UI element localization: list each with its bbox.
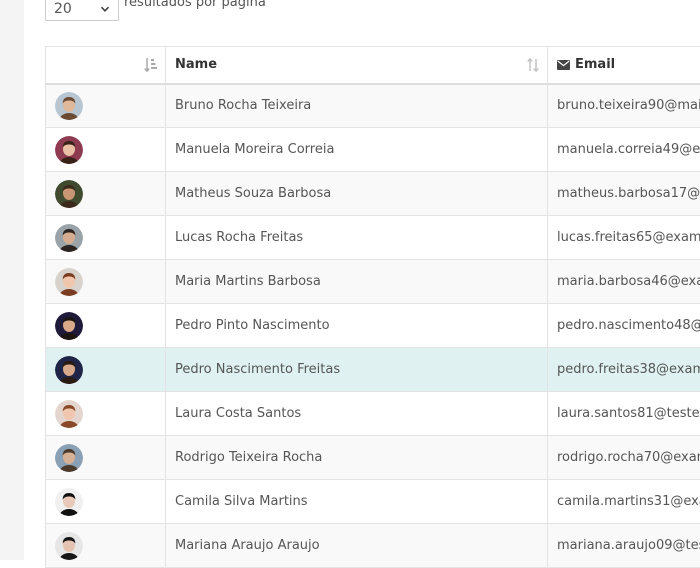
table-body: Bruno Rocha Teixeirabruno.teixeira90@mai…	[46, 84, 700, 568]
table-row[interactable]: Manuela Moreira Correiamanuela.correia49…	[46, 128, 700, 172]
table-row[interactable]: Lucas Rocha Freitaslucas.freitas65@examp…	[46, 216, 700, 260]
email-cell: lucas.freitas65@exampl	[548, 216, 700, 260]
avatar	[55, 532, 83, 560]
avatar	[55, 268, 83, 296]
email-cell: camila.martins31@exa	[548, 480, 700, 524]
avatar-cell	[46, 524, 166, 568]
email-cell: matheus.barbosa17@ex	[548, 172, 700, 216]
avatar	[55, 444, 83, 472]
avatar-portrait-icon	[55, 532, 83, 560]
avatar-portrait-icon	[55, 92, 83, 120]
users-table: Name Email Bruno Ro	[45, 46, 700, 568]
avatar-portrait-icon	[55, 136, 83, 164]
email-cell: mariana.araujo09@test	[548, 524, 700, 568]
name-cell: Rodrigo Teixeira Rocha	[166, 436, 548, 480]
avatar-cell	[46, 260, 166, 304]
name-cell: Bruno Rocha Teixeira	[166, 84, 548, 128]
email-cell: maria.barbosa46@exam	[548, 260, 700, 304]
email-cell: pedro.nascimento48@n	[548, 304, 700, 348]
users-table-container: Name Email Bruno Ro	[45, 46, 700, 568]
page-size-control: 20 resultados por página	[45, 0, 266, 21]
name-cell: Mariana Araujo Araujo	[166, 524, 548, 568]
column-header-email[interactable]: Email	[548, 47, 700, 84]
avatar	[55, 136, 83, 164]
name-cell: Manuela Moreira Correia	[166, 128, 548, 172]
avatar-cell	[46, 84, 166, 128]
avatar	[55, 400, 83, 428]
name-cell: Maria Martins Barbosa	[166, 260, 548, 304]
avatar-portrait-icon	[55, 224, 83, 252]
table-row[interactable]: Camila Silva Martinscamila.martins31@exa	[46, 480, 700, 524]
email-cell: pedro.freitas38@examp	[548, 348, 700, 392]
table-header-row: Name Email	[46, 47, 700, 84]
avatar-portrait-icon	[55, 488, 83, 516]
avatar-portrait-icon	[55, 180, 83, 208]
avatar-cell	[46, 392, 166, 436]
name-cell: Camila Silva Martins	[166, 480, 548, 524]
table-row[interactable]: Bruno Rocha Teixeirabruno.teixeira90@mai…	[46, 84, 700, 128]
page-size-select[interactable]: 20	[45, 0, 119, 21]
column-header-name[interactable]: Name	[166, 47, 548, 84]
left-rail	[0, 0, 24, 560]
sort-icon[interactable]	[526, 57, 540, 73]
avatar	[55, 356, 83, 384]
avatar-cell	[46, 348, 166, 392]
avatar-cell	[46, 304, 166, 348]
name-cell: Lucas Rocha Freitas	[166, 216, 548, 260]
avatar-cell	[46, 436, 166, 480]
table-row[interactable]: Pedro Pinto Nascimentopedro.nascimento48…	[46, 304, 700, 348]
avatar	[55, 180, 83, 208]
avatar-portrait-icon	[55, 268, 83, 296]
chevron-down-icon	[100, 4, 110, 14]
sort-amount-icon[interactable]	[144, 57, 158, 73]
avatar-portrait-icon	[55, 444, 83, 472]
table-row[interactable]: Pedro Nascimento Freitaspedro.freitas38@…	[46, 348, 700, 392]
avatar	[55, 92, 83, 120]
column-header-name-label: Name	[175, 57, 217, 72]
table-row[interactable]: Maria Martins Barbosamaria.barbosa46@exa…	[46, 260, 700, 304]
avatar-cell	[46, 480, 166, 524]
column-header-avatar[interactable]	[46, 47, 166, 84]
column-header-email-label: Email	[575, 57, 615, 72]
table-row[interactable]: Matheus Souza Barbosamatheus.barbosa17@e…	[46, 172, 700, 216]
page-size-label: resultados por página	[124, 0, 266, 10]
email-cell: bruno.teixeira90@maili	[548, 84, 700, 128]
table-row[interactable]: Rodrigo Teixeira Rocharodrigo.rocha70@ex…	[46, 436, 700, 480]
avatar-cell	[46, 216, 166, 260]
table-row[interactable]: Laura Costa Santoslaura.santos81@teste.c	[46, 392, 700, 436]
name-cell: Pedro Pinto Nascimento	[166, 304, 548, 348]
avatar-portrait-icon	[55, 312, 83, 340]
avatar	[55, 488, 83, 516]
envelope-icon	[557, 60, 570, 70]
email-cell: rodrigo.rocha70@exam	[548, 436, 700, 480]
avatar	[55, 224, 83, 252]
avatar-portrait-icon	[55, 400, 83, 428]
name-cell: Laura Costa Santos	[166, 392, 548, 436]
table-row[interactable]: Mariana Araujo Araujomariana.araujo09@te…	[46, 524, 700, 568]
page-size-value: 20	[54, 1, 72, 17]
avatar	[55, 312, 83, 340]
name-cell: Matheus Souza Barbosa	[166, 172, 548, 216]
email-cell: manuela.correia49@exa	[548, 128, 700, 172]
name-cell: Pedro Nascimento Freitas	[166, 348, 548, 392]
email-cell: laura.santos81@teste.c	[548, 392, 700, 436]
avatar-cell	[46, 172, 166, 216]
avatar-cell	[46, 128, 166, 172]
avatar-portrait-icon	[55, 356, 83, 384]
